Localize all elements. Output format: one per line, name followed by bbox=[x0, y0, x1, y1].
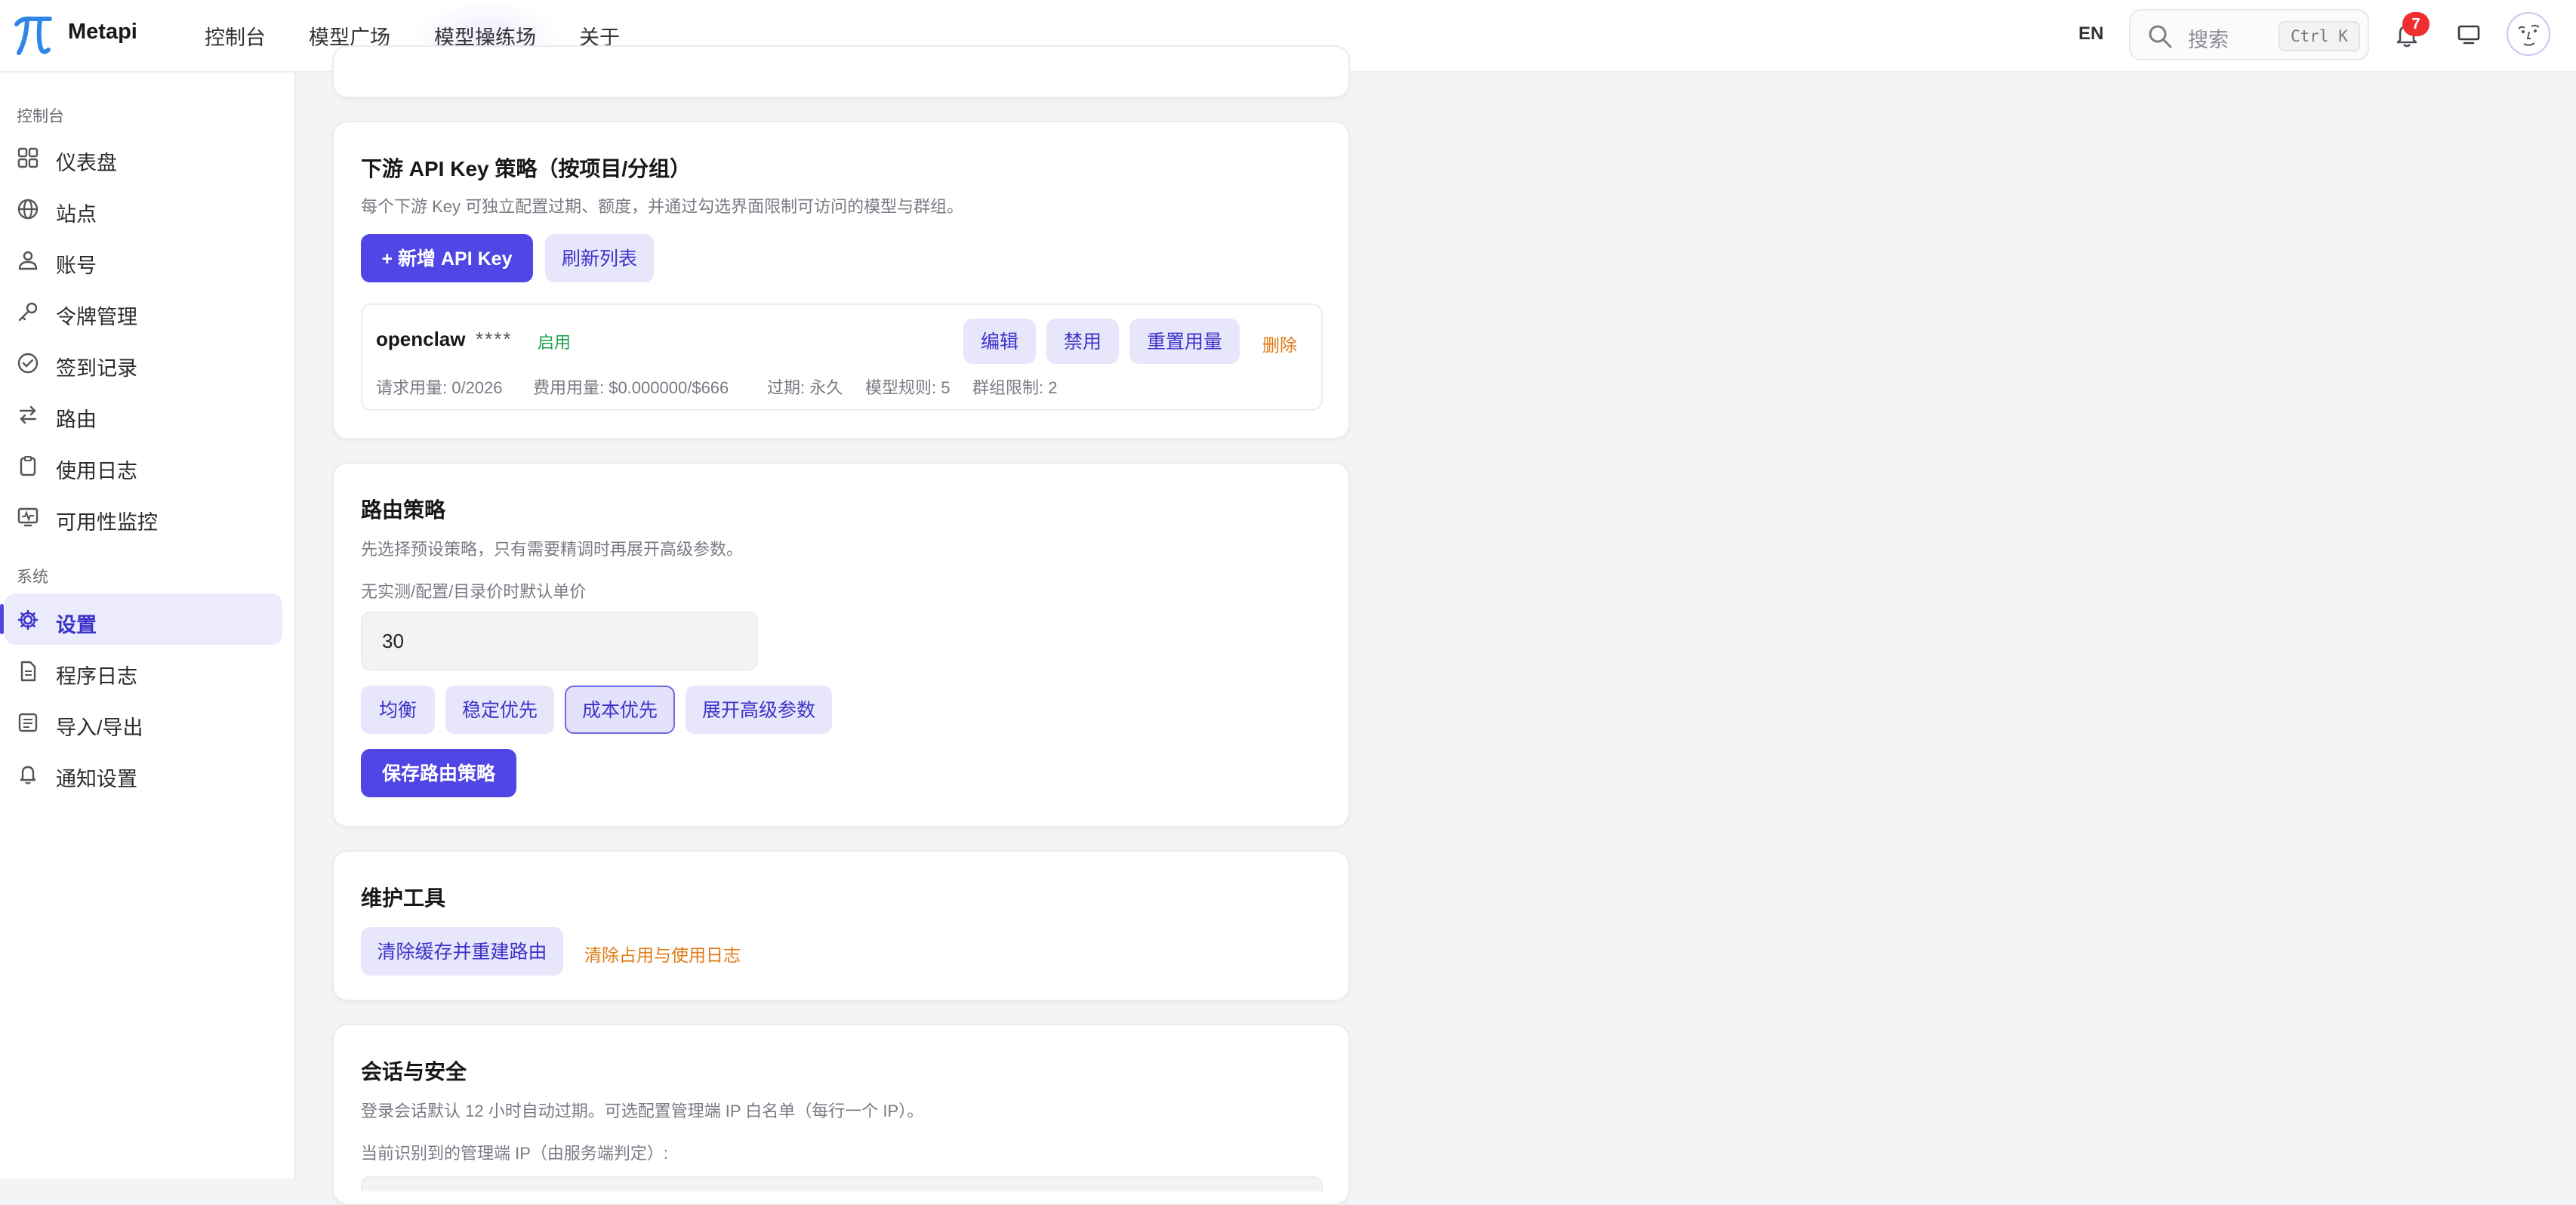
reset-usage-button[interactable]: 重置用量 bbox=[1129, 319, 1240, 364]
api-key-name: openclaw bbox=[376, 328, 466, 350]
rebuild-routes-button[interactable]: 清除缓存并重建路由 bbox=[361, 927, 563, 975]
sidebar-item-usage-logs[interactable]: 使用日志 bbox=[0, 439, 296, 491]
admin-ip-field[interactable] bbox=[361, 1176, 1323, 1191]
sidebar-item-label: 路由 bbox=[56, 408, 97, 431]
preset-cost-button[interactable]: 成本优先 bbox=[565, 686, 675, 734]
preset-stability-button[interactable]: 稳定优先 bbox=[445, 686, 554, 734]
cost-usage: 费用用量: $0.000000/$666 bbox=[533, 378, 729, 397]
sidebar-item-notifications[interactable]: 通知设置 bbox=[0, 747, 296, 799]
users-icon bbox=[18, 251, 38, 270]
sidebar-item-tokens[interactable]: 令牌管理 bbox=[0, 285, 296, 337]
sidebar-item-dashboard[interactable]: 仪表盘 bbox=[0, 131, 296, 183]
sidebar-item-label: 设置 bbox=[56, 614, 97, 636]
sidebar-item-import-export[interactable]: 导入/导出 bbox=[0, 696, 296, 747]
edit-key-button[interactable]: 编辑 bbox=[963, 319, 1036, 364]
card-title: 维护工具 bbox=[361, 886, 446, 910]
grid-icon bbox=[17, 147, 39, 168]
save-routing-button[interactable]: 保存路由策略 bbox=[361, 749, 516, 797]
sidebar-item-label: 账号 bbox=[56, 254, 97, 277]
sidebar-item-settings[interactable]: 设置 bbox=[0, 593, 296, 645]
sidebar-item-label: 令牌管理 bbox=[56, 306, 137, 328]
delete-key-button[interactable]: 删除 bbox=[1262, 331, 1297, 356]
pi-logo-icon[interactable] bbox=[14, 12, 53, 57]
session-security-card: 会话与安全 登录会话默认 12 小时自动过期。可选配置管理端 IP 白名单（每行… bbox=[332, 1024, 1350, 1205]
sidebar: 控制台 仪表盘 站点 账号 令牌管理 签到记录 路由 使用日志 可用性监控 系统… bbox=[0, 72, 296, 1179]
refresh-list-button[interactable]: 刷新列表 bbox=[545, 234, 654, 282]
sidebar-item-label: 使用日志 bbox=[56, 460, 137, 482]
nav-item-console[interactable]: 控制台 bbox=[205, 21, 266, 51]
clear-logs-button[interactable]: 清除占用与使用日志 bbox=[584, 941, 741, 966]
api-key-policy-card: 下游 API Key 策略（按项目/分组） 每个下游 Key 可独立配置过期、额… bbox=[332, 121, 1350, 439]
search-icon bbox=[2149, 25, 2172, 48]
add-api-key-button[interactable]: + 新增 API Key bbox=[361, 234, 533, 282]
default-price-input[interactable] bbox=[362, 613, 756, 669]
search-shortcut: Ctrl K bbox=[2279, 21, 2360, 51]
active-indicator bbox=[0, 604, 4, 634]
bell-icon bbox=[20, 766, 36, 784]
expire-info: 过期: 永久 bbox=[767, 378, 843, 397]
previous-settings-card bbox=[332, 45, 1350, 98]
sidebar-item-availability[interactable]: 可用性监控 bbox=[0, 491, 296, 542]
card-description: 每个下游 Key 可独立配置过期、额度，并通过勾选界面限制可访问的模型与群组。 bbox=[361, 197, 964, 216]
globe-icon bbox=[17, 199, 39, 220]
preset-balanced-button[interactable]: 均衡 bbox=[361, 686, 435, 734]
notification-badge: 7 bbox=[2402, 12, 2430, 36]
maintenance-tools-card: 维护工具 清除缓存并重建路由 清除占用与使用日志 bbox=[332, 850, 1350, 1001]
sidebar-item-app-logs[interactable]: 程序日志 bbox=[0, 645, 296, 696]
avatar-face-icon bbox=[2518, 24, 2540, 46]
active-highlight bbox=[5, 593, 282, 645]
file-text-icon bbox=[20, 661, 36, 682]
sidebar-item-sites[interactable]: 站点 bbox=[0, 183, 296, 234]
sidebar-item-label: 导入/导出 bbox=[56, 717, 143, 739]
key-icon bbox=[18, 302, 38, 322]
monitor-icon[interactable] bbox=[2457, 23, 2481, 47]
api-key-mask: **** bbox=[476, 328, 513, 350]
api-key-row: openclaw **** 启用 编辑 禁用 重置用量 删除 请求用量: 0/2… bbox=[361, 304, 1323, 411]
clipboard-icon bbox=[20, 456, 36, 476]
expand-advanced-button[interactable]: 展开高级参数 bbox=[686, 686, 832, 734]
search-placeholder: 搜索 bbox=[2188, 29, 2229, 51]
sidebar-item-label: 签到记录 bbox=[56, 357, 137, 380]
search-box[interactable]: 搜索 Ctrl K bbox=[2129, 9, 2369, 60]
monitor-pulse-icon bbox=[17, 507, 39, 527]
admin-ip-label: 当前识别到的管理端 IP（由服务端判定）: bbox=[361, 1144, 669, 1163]
sidebar-section-console: 控制台 bbox=[17, 108, 64, 125]
card-description: 登录会话默认 12 小时自动过期。可选配置管理端 IP 白名单（每行一个 IP）… bbox=[361, 1102, 924, 1120]
sidebar-item-routes[interactable]: 路由 bbox=[0, 388, 296, 439]
status-badge: 启用 bbox=[538, 333, 572, 352]
sidebar-item-label: 站点 bbox=[56, 203, 97, 226]
list-box-icon bbox=[18, 713, 38, 732]
card-description: 先选择预设策略，只有需要精调时再展开高级参数。 bbox=[361, 540, 744, 559]
disable-key-button[interactable]: 禁用 bbox=[1046, 319, 1119, 364]
sidebar-section-system: 系统 bbox=[17, 569, 48, 586]
card-title: 会话与安全 bbox=[361, 1060, 467, 1083]
card-title: 路由策略 bbox=[361, 498, 446, 522]
group-limit-count: 群组限制: 2 bbox=[972, 378, 1058, 397]
check-circle-icon bbox=[17, 353, 39, 374]
routing-strategy-card: 路由策略 先选择预设策略，只有需要精调时再展开高级参数。 无实测/配置/目录价时… bbox=[332, 462, 1350, 827]
gear-icon bbox=[17, 609, 39, 630]
language-switch[interactable]: EN bbox=[2078, 23, 2103, 45]
request-usage: 请求用量: 0/2026 bbox=[376, 378, 503, 397]
default-price-field[interactable] bbox=[361, 612, 758, 670]
sidebar-item-label: 通知设置 bbox=[56, 768, 137, 790]
user-avatar[interactable] bbox=[2507, 12, 2550, 56]
sidebar-item-label: 仪表盘 bbox=[56, 152, 117, 174]
default-price-label: 无实测/配置/目录价时默认单价 bbox=[361, 582, 587, 601]
sidebar-item-label: 程序日志 bbox=[56, 665, 137, 688]
sidebar-item-label: 可用性监控 bbox=[56, 511, 158, 534]
model-rules-count: 模型规则: 5 bbox=[865, 378, 951, 397]
swap-arrows-icon bbox=[19, 405, 37, 424]
sidebar-item-accounts[interactable]: 账号 bbox=[0, 234, 296, 285]
brand-name[interactable]: Metapi bbox=[68, 20, 137, 45]
card-title: 下游 API Key 策略（按项目/分组） bbox=[361, 157, 692, 180]
sidebar-item-checkin[interactable]: 签到记录 bbox=[0, 337, 296, 388]
